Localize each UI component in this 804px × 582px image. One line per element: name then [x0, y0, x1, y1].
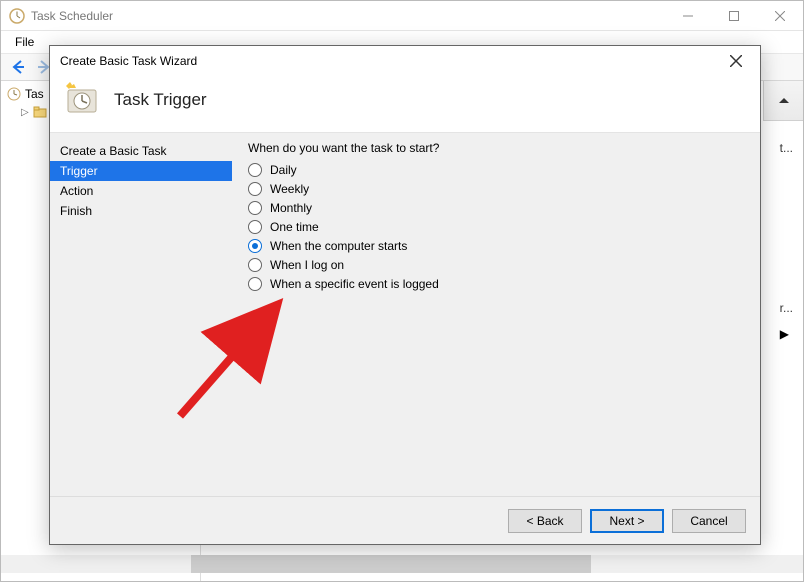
radio-icon[interactable] [248, 201, 262, 215]
clock-icon [7, 87, 21, 101]
truncated-text-1: t... [780, 141, 793, 155]
expand-icon[interactable]: ▷ [21, 107, 29, 118]
wizard-nav-step[interactable]: Finish [50, 201, 232, 221]
next-button[interactable]: Next > [590, 509, 664, 533]
trigger-option-label: One time [270, 220, 319, 234]
radio-icon[interactable] [248, 220, 262, 234]
back-button[interactable] [7, 56, 29, 78]
truncated-text-2: r... [780, 301, 793, 315]
trigger-options: Daily Weekly Monthly One time When the compu… [248, 163, 744, 291]
trigger-question: When do you want the task to start? [248, 141, 744, 155]
trigger-option[interactable]: Monthly [248, 201, 744, 215]
expand-chevron-icon[interactable]: ▶ [780, 327, 789, 341]
trigger-option-label: Monthly [270, 201, 312, 215]
wizard-body: Create a Basic TaskTriggerActionFinish W… [50, 132, 760, 496]
trigger-option[interactable]: When I log on [248, 258, 744, 272]
trigger-option[interactable]: Weekly [248, 182, 744, 196]
radio-icon[interactable] [248, 277, 262, 291]
back-button[interactable]: < Back [508, 509, 582, 533]
trigger-option[interactable]: One time [248, 220, 744, 234]
trigger-option-label: When I log on [270, 258, 344, 272]
trigger-option-label: When a specific event is logged [270, 277, 439, 291]
window-title: Task Scheduler [31, 9, 665, 23]
menu-file[interactable]: File [9, 33, 40, 51]
wizard-header: Task Trigger [50, 76, 760, 132]
task-scheduler-icon [9, 8, 25, 24]
trigger-option-label: Weekly [270, 182, 309, 196]
trigger-option[interactable]: When the computer starts [248, 239, 744, 253]
radio-icon[interactable] [248, 258, 262, 272]
wizard-nav-step[interactable]: Create a Basic Task [50, 141, 232, 161]
wizard-close-button[interactable] [722, 47, 750, 75]
trigger-option-label: When the computer starts [270, 239, 407, 253]
radio-icon[interactable] [248, 182, 262, 196]
tree-root-label: Tas [25, 87, 44, 101]
wizard-content: When do you want the task to start? Dail… [232, 133, 760, 496]
radio-icon[interactable] [248, 163, 262, 177]
wizard-header-icon [64, 82, 100, 118]
close-button[interactable] [757, 1, 803, 31]
wizard-title-text: Create Basic Task Wizard [60, 54, 197, 68]
trigger-option[interactable]: When a specific event is logged [248, 277, 744, 291]
wizard-footer: < Back Next > Cancel [50, 496, 760, 544]
wizard-heading: Task Trigger [114, 90, 207, 110]
create-basic-task-wizard: Create Basic Task Wizard Task Trigger Cr… [49, 45, 761, 545]
wizard-nav-step[interactable]: Trigger [50, 161, 232, 181]
scrollbar-thumb[interactable] [191, 555, 591, 573]
main-titlebar: Task Scheduler [1, 1, 803, 31]
wizard-titlebar: Create Basic Task Wizard [50, 46, 760, 76]
trigger-option[interactable]: Daily [248, 163, 744, 177]
maximize-button[interactable] [711, 1, 757, 31]
wizard-nav-step[interactable]: Action [50, 181, 232, 201]
panel-collapse-button[interactable] [763, 81, 803, 121]
trigger-option-label: Daily [270, 163, 297, 177]
horizontal-scrollbar[interactable] [1, 555, 803, 573]
minimize-button[interactable] [665, 1, 711, 31]
radio-icon[interactable] [248, 239, 262, 253]
wizard-nav: Create a Basic TaskTriggerActionFinish [50, 133, 232, 496]
cancel-button[interactable]: Cancel [672, 509, 746, 533]
folder-icon [33, 105, 47, 119]
